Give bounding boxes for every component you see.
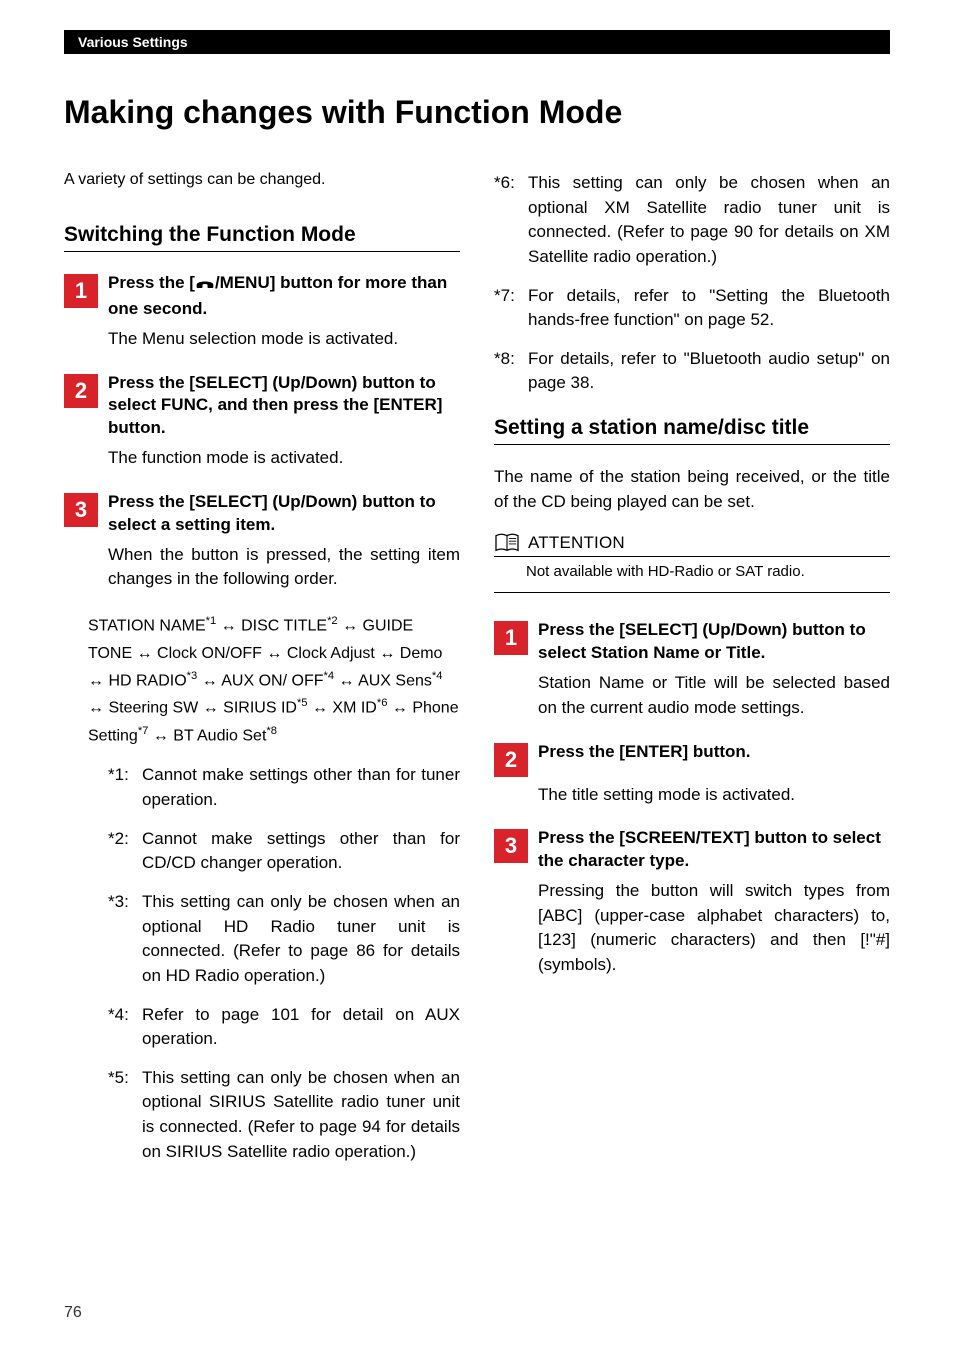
page-number: 76 — [64, 1304, 82, 1322]
seq-sup: *4 — [323, 670, 334, 682]
footnote-6: *6: This setting can only be chosen when… — [494, 171, 890, 270]
seq-text: STATION NAME — [88, 617, 206, 634]
footnote-text: This setting can only be chosen when an … — [528, 171, 890, 270]
footnote-label: *7: — [494, 284, 528, 333]
phone-icon — [195, 275, 215, 298]
step-body: Station Name or Title will be selected b… — [538, 671, 890, 720]
footnotes-right: *6: This setting can only be chosen when… — [494, 171, 890, 396]
right-column: *6: This setting can only be chosen when… — [494, 171, 890, 1178]
seq-sup: *4 — [432, 670, 443, 682]
step-title: Press the [SELECT] (Up/Down) button to s… — [108, 372, 460, 441]
seq-sup: *8 — [266, 725, 277, 737]
footnote-text: This setting can only be chosen when an … — [142, 1066, 460, 1165]
step-title-pre: Press the [ — [108, 273, 195, 292]
section-heading-station: Setting a station name/disc title — [494, 416, 890, 440]
footnote-text: Cannot make settings other than for tune… — [142, 763, 460, 812]
footnote-3: *3: This setting can only be chosen when… — [108, 890, 460, 989]
step-body: The function mode is activated. — [108, 446, 460, 471]
section-intro: The name of the station being received, … — [494, 465, 890, 514]
seq-text: ↔ Steering SW ↔ SIRIUS ID — [88, 700, 297, 717]
setting-sequence: STATION NAME*1 ↔ DISC TITLE*2 ↔ GUIDE TO… — [88, 612, 460, 749]
footnote-label: *2: — [108, 827, 142, 876]
step-number: 1 — [494, 621, 528, 655]
seq-sup: *3 — [187, 670, 198, 682]
section-heading-switching: Switching the Function Mode — [64, 223, 460, 247]
content-columns: A variety of settings can be changed. Sw… — [64, 171, 890, 1178]
seq-text: ↔ XM ID — [308, 700, 377, 717]
footnote-1: *1: Cannot make settings other than for … — [108, 763, 460, 812]
footnote-8: *8: For details, refer to "Bluetooth aud… — [494, 347, 890, 396]
step-number: 3 — [64, 493, 98, 527]
section-header: Various Settings — [64, 30, 890, 54]
page-title: Making changes with Function Mode — [64, 94, 890, 131]
step-body: When the button is pressed, the setting … — [108, 543, 460, 592]
footnote-text: This setting can only be chosen when an … — [142, 890, 460, 989]
footnote-label: *3: — [108, 890, 142, 989]
seq-text: ↔ AUX ON/ OFF — [197, 672, 323, 689]
step-number: 2 — [64, 374, 98, 408]
step-title: Press the [SCREEN/TEXT] button to select… — [538, 827, 890, 873]
step-title: Press the [SELECT] (Up/Down) button to s… — [538, 619, 890, 665]
attention-divider — [494, 592, 890, 593]
step-3-right: 3 Press the [SCREEN/TEXT] button to sele… — [494, 827, 890, 873]
footnote-label: *6: — [494, 171, 528, 270]
seq-sup: *7 — [138, 725, 149, 737]
step-title: Press the [SELECT] (Up/Down) button to s… — [108, 491, 460, 537]
step-number: 1 — [64, 274, 98, 308]
footnote-label: *8: — [494, 347, 528, 396]
attention-label: ATTENTION — [528, 533, 625, 553]
footnote-label: *1: — [108, 763, 142, 812]
section-underline — [494, 444, 890, 445]
footnote-text: For details, refer to "Bluetooth audio s… — [528, 347, 890, 396]
seq-sup: *6 — [377, 697, 388, 709]
step-3: 3 Press the [SELECT] (Up/Down) button to… — [64, 491, 460, 537]
left-column: A variety of settings can be changed. Sw… — [64, 171, 460, 1178]
intro-text: A variety of settings can be changed. — [64, 171, 460, 189]
footnote-4: *4: Refer to page 101 for detail on AUX … — [108, 1003, 460, 1052]
footnote-2: *2: Cannot make settings other than for … — [108, 827, 460, 876]
step-title: Press the [/MENU] button for more than o… — [108, 272, 460, 321]
seq-text: ↔ AUX Sens — [334, 672, 432, 689]
step-1: 1 Press the [/MENU] button for more than… — [64, 272, 460, 321]
book-icon — [494, 532, 520, 554]
step-number: 3 — [494, 829, 528, 863]
footnote-5: *5: This setting can only be chosen when… — [108, 1066, 460, 1165]
seq-sup: *5 — [297, 697, 308, 709]
breadcrumb: Various Settings — [78, 34, 188, 50]
step-number: 2 — [494, 743, 528, 777]
attention-header: ATTENTION — [494, 532, 890, 557]
footnote-text: Refer to page 101 for detail on AUX oper… — [142, 1003, 460, 1052]
step-2-right: 2 Press the [ENTER] button. — [494, 741, 890, 777]
step-title: Press the [ENTER] button. — [538, 741, 751, 764]
seq-text: ↔ BT Audio Set — [148, 727, 266, 744]
footnote-text: For details, refer to "Setting the Bluet… — [528, 284, 890, 333]
step-1-right: 1 Press the [SELECT] (Up/Down) button to… — [494, 619, 890, 665]
attention-body: Not available with HD-Radio or SAT radio… — [526, 563, 890, 580]
footnote-label: *5: — [108, 1066, 142, 1165]
seq-sup: *1 — [206, 615, 217, 627]
step-2: 2 Press the [SELECT] (Up/Down) button to… — [64, 372, 460, 441]
footnote-7: *7: For details, refer to "Setting the B… — [494, 284, 890, 333]
section-underline — [64, 251, 460, 252]
step-body: The title setting mode is activated. — [538, 783, 890, 808]
step-body: The Menu selection mode is activated. — [108, 327, 460, 352]
footnote-text: Cannot make settings other than for CD/C… — [142, 827, 460, 876]
seq-text: ↔ DISC TITLE — [216, 617, 327, 634]
footnote-label: *4: — [108, 1003, 142, 1052]
seq-sup: *2 — [327, 615, 338, 627]
footnotes-left: *1: Cannot make settings other than for … — [108, 763, 460, 1164]
step-body: Pressing the button will switch types fr… — [538, 879, 890, 978]
